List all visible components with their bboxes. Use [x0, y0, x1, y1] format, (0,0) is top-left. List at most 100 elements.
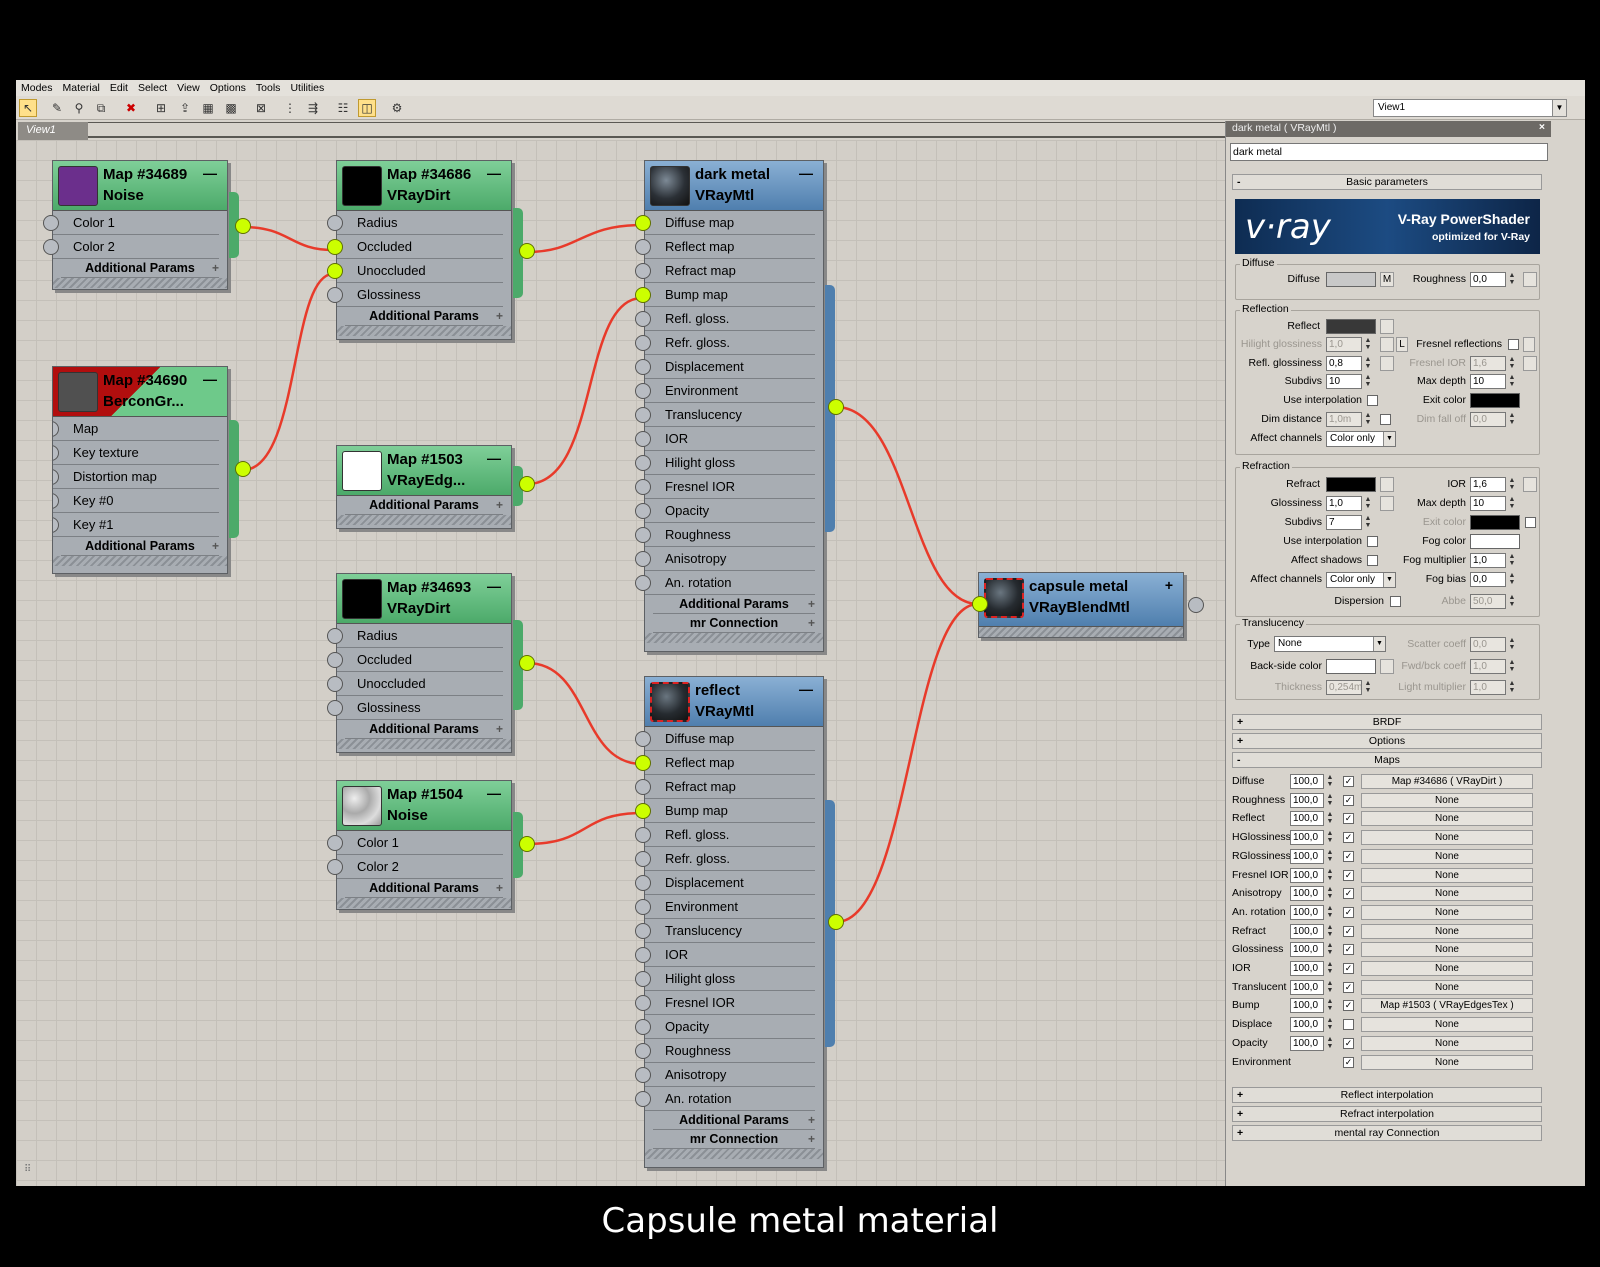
resize-grip[interactable]: [53, 278, 227, 288]
spinner-arrows-icon[interactable]: ▲ ▼: [1363, 374, 1373, 389]
input-socket[interactable]: [327, 628, 343, 644]
fog-color-swatch[interactable]: [1470, 534, 1520, 549]
spinner-arrows-icon[interactable]: ▲ ▼: [1363, 496, 1373, 511]
input-socket[interactable]: [635, 503, 651, 519]
map-amount-input[interactable]: 100,0: [1290, 942, 1324, 958]
additional-params-rollout[interactable]: Additional Params +: [345, 496, 503, 515]
dim-distance-input[interactable]: 1,0m: [1326, 412, 1362, 427]
mr-connection-rollout[interactable]: mr Connection +: [653, 614, 815, 633]
show-end-result-icon[interactable]: ⇶: [304, 99, 322, 117]
options-icon[interactable]: ⚙: [388, 99, 406, 117]
map-enable-checkbox[interactable]: ✓: [1343, 944, 1354, 956]
slot-key-0[interactable]: Key #0: [53, 489, 219, 513]
spinner-arrows-icon[interactable]: ▲ ▼: [1325, 811, 1335, 826]
minimize-icon[interactable]: —: [799, 165, 813, 181]
spinner-arrows-icon[interactable]: ▲ ▼: [1507, 572, 1517, 587]
map-amount-input[interactable]: 100,0: [1290, 830, 1324, 846]
menu-tools[interactable]: Tools: [251, 80, 286, 96]
spinner-arrows-icon[interactable]: ▲ ▼: [1325, 774, 1335, 789]
refl-gloss-map-button[interactable]: [1380, 356, 1394, 371]
additional-params-rollout[interactable]: Additional Params +: [61, 537, 219, 556]
pick-material-icon[interactable]: ⚲: [70, 99, 88, 117]
menu-material[interactable]: Material: [58, 80, 105, 96]
input-socket[interactable]: [43, 239, 59, 255]
slot-reflect-map[interactable]: Reflect map: [635, 235, 815, 259]
spinner-arrows-icon[interactable]: ▲ ▼: [1507, 477, 1517, 492]
layout-icon[interactable]: ▦: [199, 99, 217, 117]
map-enable-checkbox[interactable]: ✓: [1343, 1056, 1354, 1068]
slot-displacement[interactable]: Displacement: [635, 355, 815, 379]
output-socket[interactable]: [519, 836, 535, 852]
map-slot-button[interactable]: None: [1361, 830, 1533, 846]
spinner-arrows-icon[interactable]: ▲ ▼: [1507, 637, 1517, 652]
map-amount-input[interactable]: 100,0: [1290, 886, 1324, 902]
map-amount-input[interactable]: 100,0: [1290, 867, 1324, 883]
input-socket[interactable]: [635, 287, 651, 303]
slot-ior[interactable]: IOR: [635, 943, 815, 967]
output-socket[interactable]: [828, 914, 844, 930]
slot-hilight-gloss[interactable]: Hilight gloss: [635, 451, 815, 475]
map-amount-input[interactable]: 100,0: [1290, 979, 1324, 995]
slot-roughness[interactable]: Roughness: [635, 523, 815, 547]
map-amount-input[interactable]: 100,0: [1290, 848, 1324, 864]
input-socket[interactable]: [327, 859, 343, 875]
minimize-icon[interactable]: —: [487, 785, 501, 801]
input-socket[interactable]: [327, 215, 343, 231]
brdf-rollout[interactable]: + BRDF: [1232, 714, 1542, 730]
map-enable-checkbox[interactable]: ✓: [1343, 981, 1354, 993]
minimize-icon[interactable]: —: [487, 578, 501, 594]
slot-occluded[interactable]: Occluded: [327, 235, 503, 259]
map-slot-button[interactable]: Map #34686 ( VRayDirt ): [1361, 774, 1533, 789]
spinner-arrows-icon[interactable]: ▲ ▼: [1325, 1036, 1335, 1051]
diffuse-color-swatch[interactable]: [1326, 272, 1376, 287]
slot-color-2[interactable]: Color 2: [327, 855, 503, 879]
slot-roughness[interactable]: Roughness: [635, 1039, 815, 1063]
slot-distortion-map[interactable]: Distortion map: [53, 465, 219, 489]
input-socket[interactable]: [635, 731, 651, 747]
map-enable-checkbox[interactable]: ✓: [1343, 813, 1354, 825]
glossiness-input[interactable]: 1,0: [1326, 496, 1362, 511]
input-socket[interactable]: [635, 551, 651, 567]
spinner-arrows-icon[interactable]: ▲ ▼: [1325, 830, 1335, 845]
spinner-arrows-icon[interactable]: ▲ ▼: [1325, 849, 1335, 864]
spinner-arrows-icon[interactable]: ▲ ▼: [1363, 680, 1373, 695]
minimize-icon[interactable]: —: [203, 165, 217, 181]
view-select[interactable]: View1 ▼: [1373, 99, 1567, 117]
node-noise-1504[interactable]: Map #1504 Noise — Color 1 Color 2 Addition…: [327, 780, 512, 910]
minimize-icon[interactable]: —: [487, 165, 501, 181]
input-socket[interactable]: [635, 1019, 651, 1035]
map-enable-checkbox[interactable]: ✓: [1343, 850, 1354, 862]
node-vraydirt-34686[interactable]: Map #34686 VRayDirt — Radius Occluded Unoc…: [327, 160, 512, 340]
refl-glossiness-input[interactable]: 0,8: [1326, 356, 1362, 371]
material-name-field[interactable]: dark metal: [1230, 143, 1548, 161]
node-noise-34689[interactable]: Map #34689 Noise — Color 1 Color 2 Additio…: [43, 160, 228, 290]
tab-view1[interactable]: View1: [18, 122, 88, 140]
slot-anisotropy[interactable]: Anisotropy: [635, 547, 815, 571]
input-socket[interactable]: [53, 445, 59, 461]
slot-unoccluded[interactable]: Unoccluded: [327, 259, 503, 283]
input-socket[interactable]: [635, 923, 651, 939]
map-enable-checkbox[interactable]: ✓: [1343, 794, 1354, 806]
input-socket[interactable]: [53, 517, 59, 533]
glossiness-map-button[interactable]: [1380, 496, 1394, 511]
spinner-arrows-icon[interactable]: ▲ ▼: [1325, 905, 1335, 920]
slot-translucency[interactable]: Translucency: [635, 919, 815, 943]
mr-connection-rollout[interactable]: mr Connection +: [653, 1130, 815, 1149]
input-socket[interactable]: [635, 359, 651, 375]
resize-grip[interactable]: [337, 898, 511, 908]
put-to-scene-icon[interactable]: ⧉: [92, 99, 110, 117]
output-socket[interactable]: [519, 243, 535, 259]
slot-radius[interactable]: Radius: [327, 624, 503, 648]
input-socket[interactable]: [635, 335, 651, 351]
reflect-interpolation-rollout[interactable]: + Reflect interpolation: [1232, 1087, 1542, 1103]
slot-color-1[interactable]: Color 1: [327, 831, 503, 855]
hilight-glossiness-input[interactable]: 1,0: [1326, 337, 1362, 352]
map-amount-input[interactable]: 100,0: [1290, 923, 1324, 939]
map-enable-checkbox[interactable]: ✓: [1343, 906, 1354, 918]
spinner-arrows-icon[interactable]: ▲ ▼: [1325, 942, 1335, 957]
menu-select[interactable]: Select: [133, 80, 172, 96]
input-socket[interactable]: [635, 431, 651, 447]
input-socket[interactable]: [635, 455, 651, 471]
slot-an-rotation[interactable]: An. rotation: [635, 571, 815, 595]
slot-diffuse-map[interactable]: Diffuse map: [635, 211, 815, 235]
